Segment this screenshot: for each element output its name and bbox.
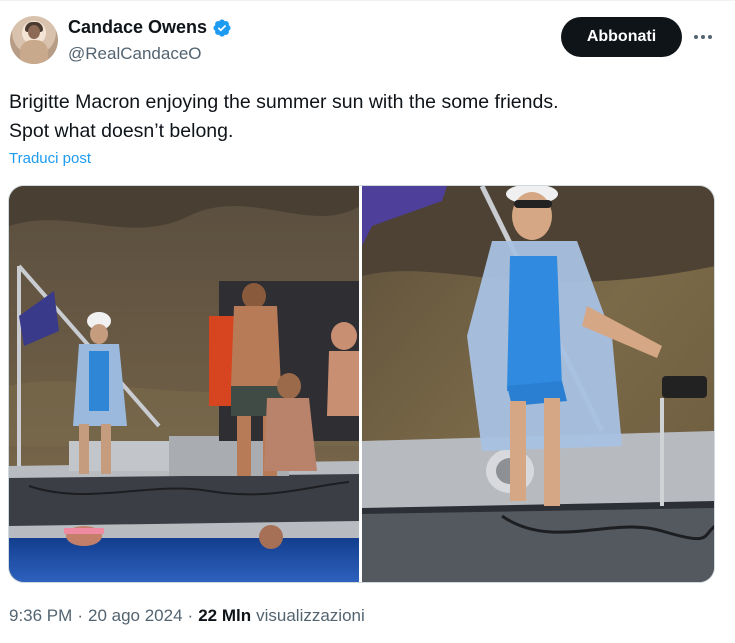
avatar-face (28, 25, 40, 39)
author-handle[interactable]: @RealCandaceO (68, 44, 202, 64)
tweet-meta: 9:36 PM · 20 ago 2024 · 22 Mln visualizz… (9, 606, 365, 626)
author-name[interactable]: Candace Owens (68, 17, 207, 38)
top-divider (0, 0, 735, 1)
photo-boat-group[interactable] (9, 186, 359, 582)
follow-button[interactable]: Abbonati (561, 17, 682, 57)
author-name-row[interactable]: Candace Owens (68, 17, 232, 38)
photo-woman-standing-image (362, 186, 714, 582)
verified-badge-icon (213, 18, 231, 37)
translate-post-link[interactable]: Traduci post (9, 150, 91, 167)
views-count: 22 Mln (198, 606, 252, 625)
tweet-text-line-1: Brigitte Macron enjoying the summer sun … (9, 91, 559, 113)
tweet-text-line-2: Spot what doesn’t belong. (9, 120, 234, 142)
media-grid (8, 185, 715, 583)
post-time[interactable]: 9:36 PM (9, 606, 72, 626)
photo-woman-standing-on-boat[interactable] (362, 186, 714, 582)
meta-separator: · (187, 606, 194, 625)
meta-separator: · (77, 606, 83, 625)
photo-boat-group-image (9, 186, 359, 582)
more-horizontal-icon[interactable] (690, 24, 716, 50)
avatar[interactable] (10, 16, 58, 64)
tweet-text: Brigitte Macron enjoying the summer sun … (9, 88, 709, 146)
avatar-body (20, 40, 48, 64)
post-date[interactable]: 20 ago 2024 (88, 606, 183, 626)
views-label: visualizzazioni (256, 606, 365, 625)
